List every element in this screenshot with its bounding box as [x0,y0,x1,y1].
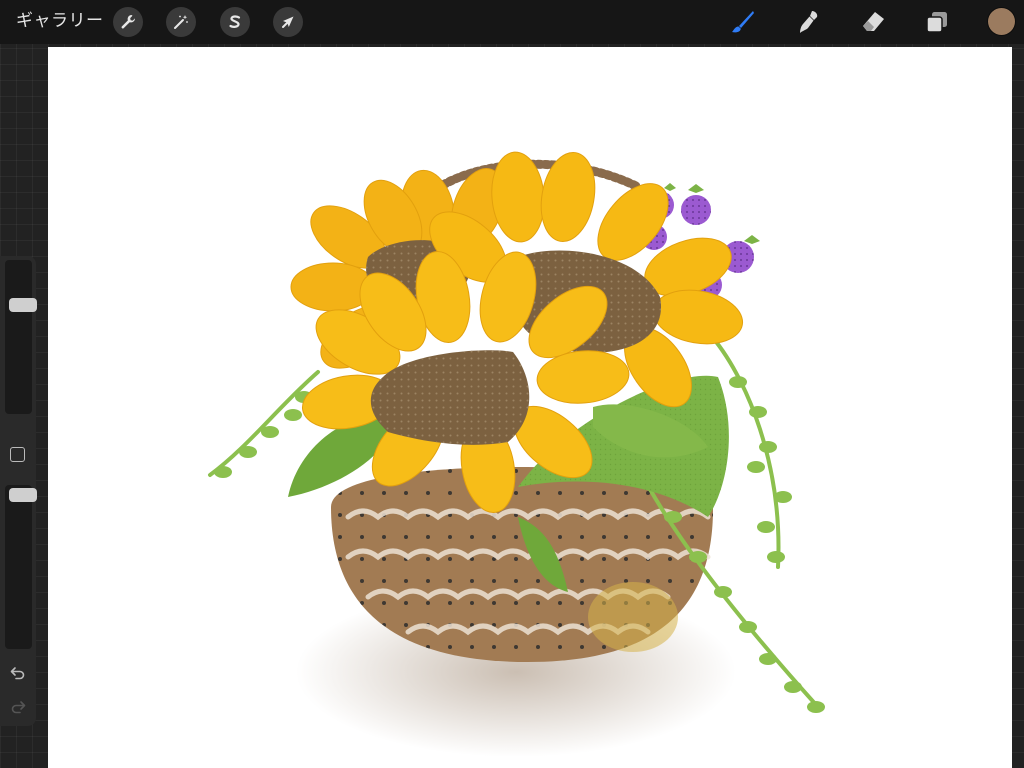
color-picker-button[interactable] [988,8,1015,35]
top-toolbar: ギャラリー [0,0,1024,44]
transform-button[interactable] [273,7,303,37]
arrow-cursor-icon [282,16,294,28]
brush-size-slider[interactable] [5,260,37,414]
eraser-tool[interactable] [855,4,891,40]
magic-wand-icon [174,15,188,29]
wrench-icon [121,15,136,29]
actions-button[interactable] [113,7,143,37]
sunflower-basket-artwork [208,151,825,757]
drawing-canvas[interactable] [48,47,1012,768]
smudge-icon [800,11,818,33]
opacity-slider[interactable] [5,485,37,649]
brush-tool[interactable] [724,4,760,40]
modify-button[interactable] [10,447,25,462]
brush-icon [732,11,754,33]
selection-button[interactable] [220,7,250,37]
layers-button[interactable] [919,4,955,40]
left-sidebar [0,256,37,726]
brush-size-handle[interactable] [9,298,37,312]
smudge-tool[interactable] [791,4,827,40]
gallery-button[interactable]: ギャラリー [16,0,104,44]
redo-button[interactable] [6,696,30,718]
adjustments-button[interactable] [166,7,196,37]
opacity-handle[interactable] [9,488,37,502]
selection-s-icon [229,15,241,28]
undo-icon [10,667,25,680]
eraser-icon [863,12,884,31]
undo-button[interactable] [6,662,30,684]
layers-icon [926,12,947,33]
redo-icon [11,701,26,714]
procreate-app: ギャラリー [0,0,1024,768]
